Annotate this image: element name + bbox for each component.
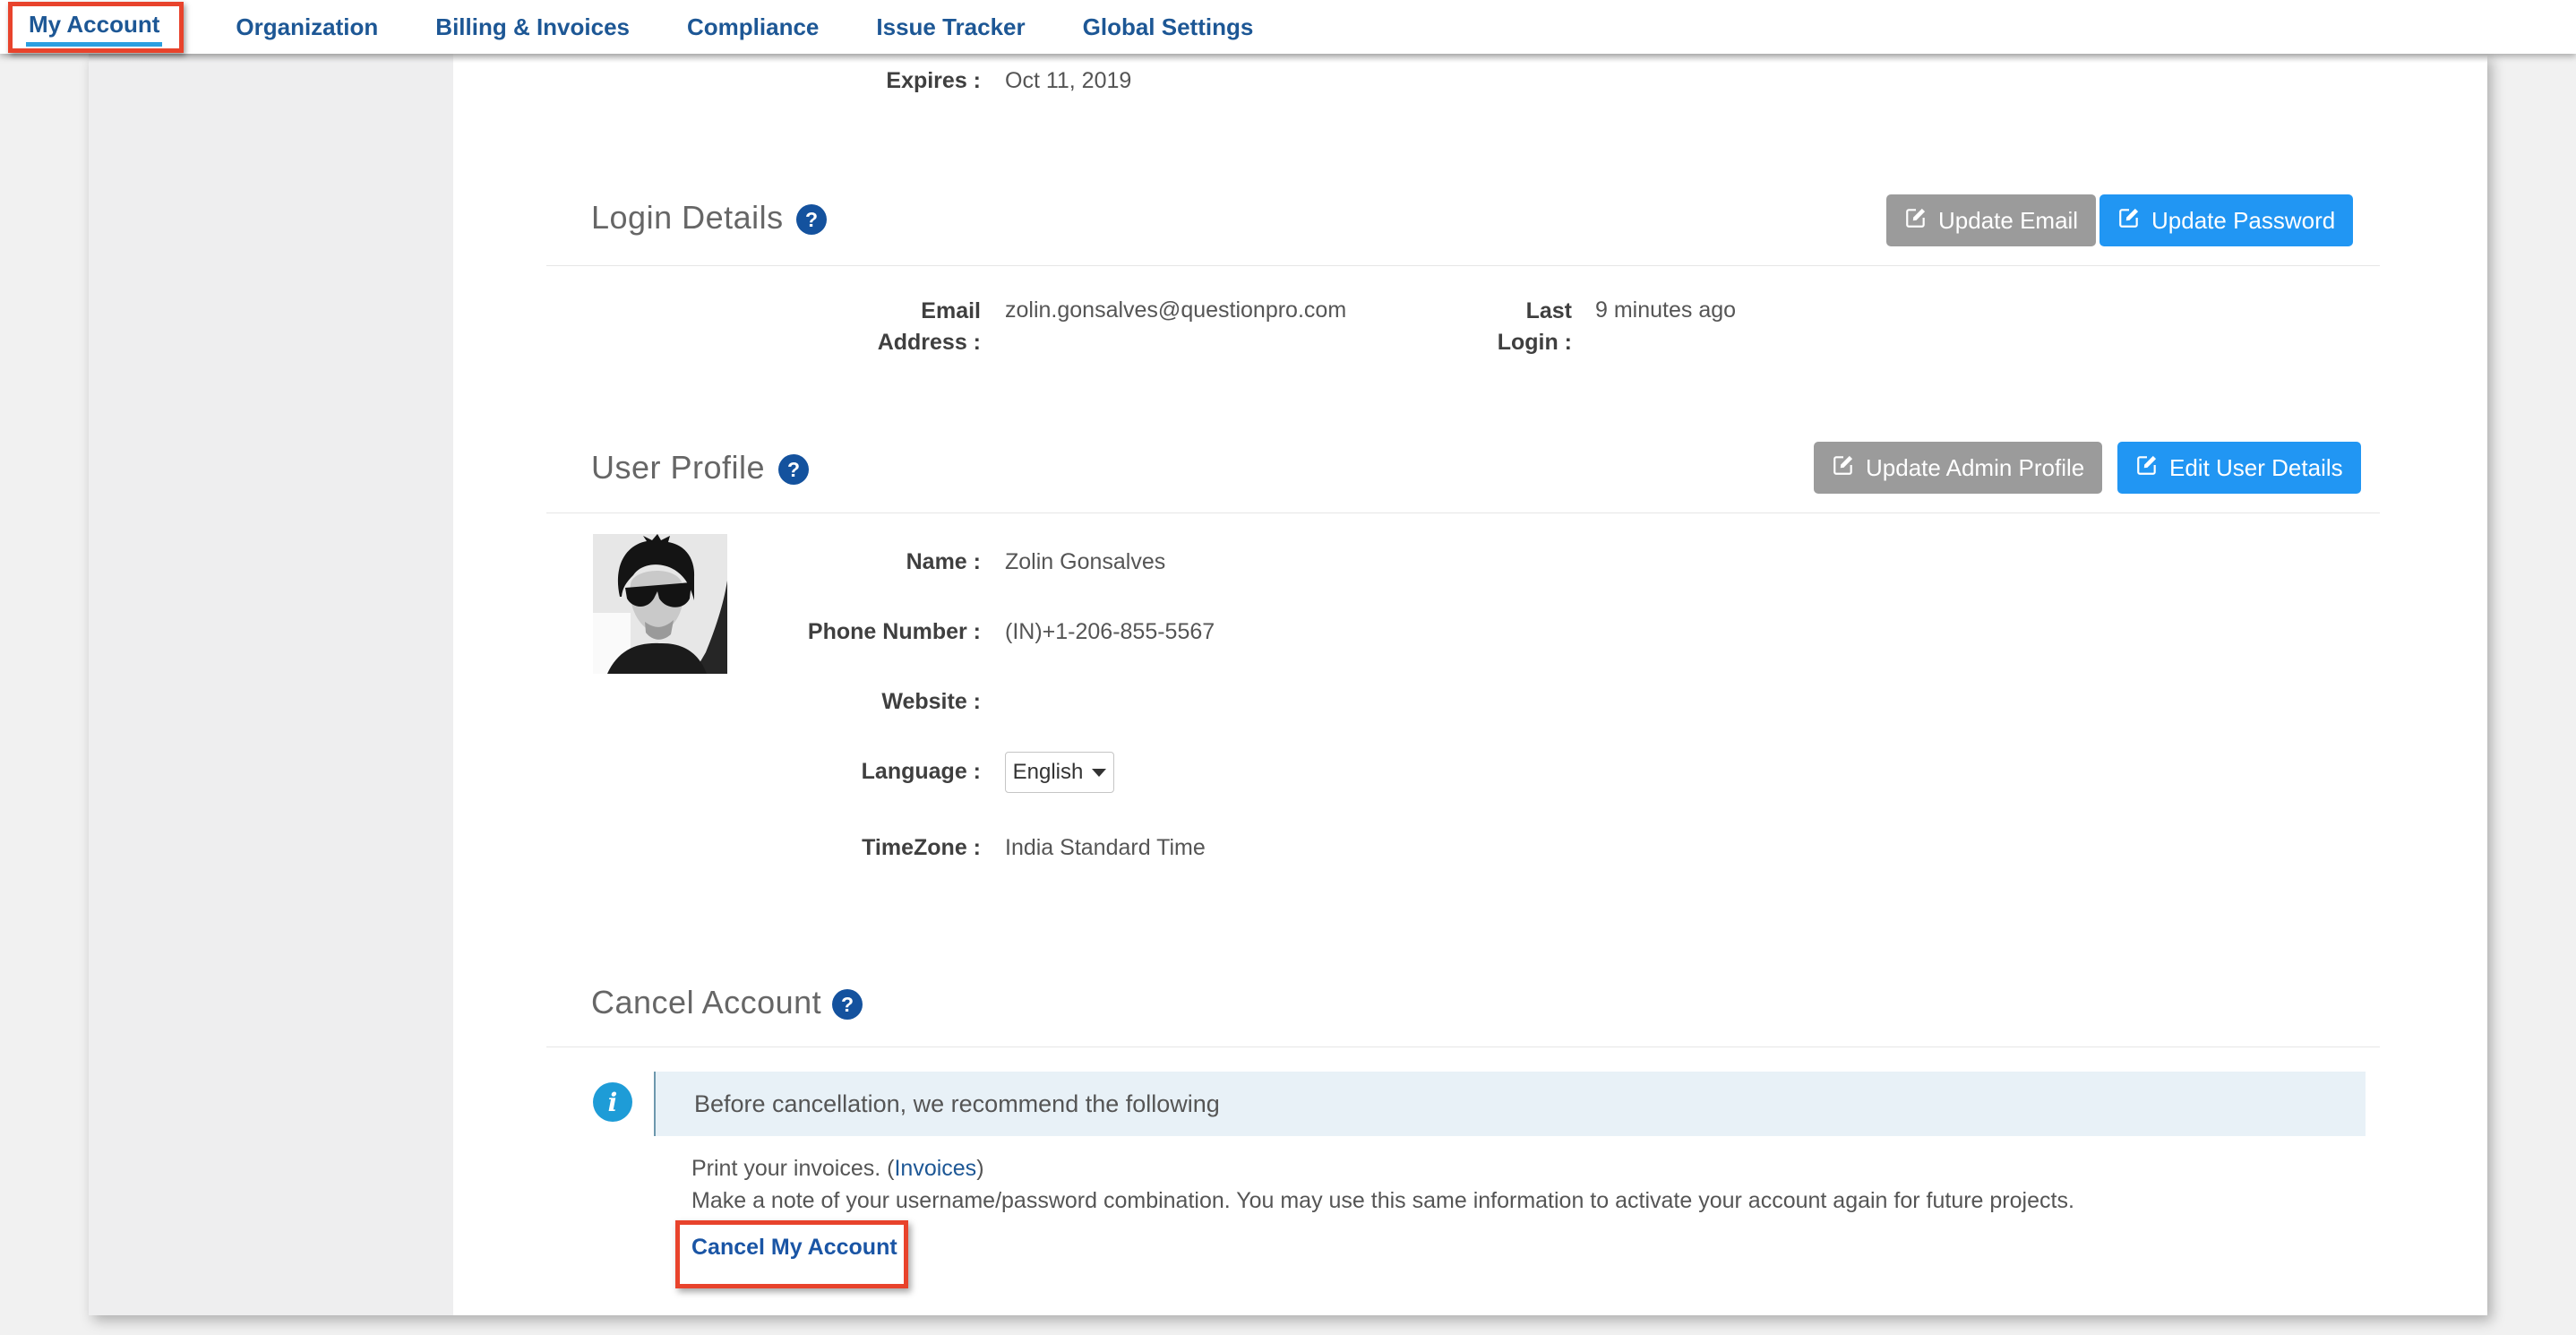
expires-label: Expires : xyxy=(716,68,981,94)
phone-number-label: Phone Number : xyxy=(716,619,981,645)
cancel-my-account-link[interactable]: Cancel My Account xyxy=(691,1235,897,1261)
edit-icon xyxy=(1832,453,1855,483)
tab-billing-invoices-label: Billing & Invoices xyxy=(435,13,630,40)
cancel-account-help-icon[interactable]: ? xyxy=(832,989,863,1020)
update-admin-profile-label: Update Admin Profile xyxy=(1866,454,2084,482)
user-profile-title: User Profile xyxy=(591,449,765,487)
content-panel: Expires : Oct 11, 2019 Login Details ? U… xyxy=(89,54,2487,1315)
top-navbar: My Account Organization Billing & Invoic… xyxy=(0,0,2576,54)
print-invoices-text: Print your invoices. ( xyxy=(691,1156,894,1181)
tab-issue-tracker[interactable]: Issue Tracker xyxy=(871,13,1030,41)
divider xyxy=(546,512,2380,513)
update-email-label: Update Email xyxy=(1938,207,2078,235)
user-profile-help-icon[interactable]: ? xyxy=(778,454,809,485)
info-icon: i xyxy=(593,1082,632,1122)
tab-organization[interactable]: Organization xyxy=(230,13,383,41)
cancellation-banner-text: Before cancellation, we recommend the fo… xyxy=(694,1090,1220,1118)
cancellation-info-banner: Before cancellation, we recommend the fo… xyxy=(654,1072,2366,1136)
edit-user-details-button[interactable]: Edit User Details xyxy=(2117,442,2361,494)
website-label: Website : xyxy=(716,689,981,715)
tab-billing-invoices[interactable]: Billing & Invoices xyxy=(430,13,635,41)
timezone-label: TimeZone : xyxy=(716,835,981,861)
tab-organization-label: Organization xyxy=(236,13,378,40)
tab-my-account-label: My Account xyxy=(29,11,159,39)
name-value: Zolin Gonsalves xyxy=(1005,549,1165,575)
language-label: Language : xyxy=(716,759,981,785)
update-admin-profile-button[interactable]: Update Admin Profile xyxy=(1814,442,2102,494)
profile-photo xyxy=(593,534,727,674)
update-password-label: Update Password xyxy=(2151,207,2335,235)
name-label: Name : xyxy=(716,549,981,575)
edit-icon xyxy=(2135,453,2159,483)
language-select[interactable]: English xyxy=(1005,752,1114,793)
email-address-label: Email Address : xyxy=(860,296,981,358)
email-address-value: zolin.gonsalves@questionpro.com xyxy=(1005,297,1346,323)
divider xyxy=(546,1046,2380,1047)
edit-icon xyxy=(2117,206,2141,236)
screen: My Account Organization Billing & Invoic… xyxy=(0,0,2576,1335)
tab-issue-tracker-label: Issue Tracker xyxy=(876,13,1025,40)
update-email-button[interactable]: Update Email xyxy=(1886,194,2096,246)
sidebar-strip xyxy=(89,54,453,1315)
print-invoices-text-suffix: ) xyxy=(976,1156,983,1181)
tab-compliance-label: Compliance xyxy=(687,13,819,40)
tab-global-settings[interactable]: Global Settings xyxy=(1078,13,1259,41)
cancel-account-title: Cancel Account xyxy=(591,984,821,1021)
tab-compliance[interactable]: Compliance xyxy=(682,13,824,41)
invoices-link[interactable]: Invoices xyxy=(894,1156,976,1181)
language-select-value: English xyxy=(1013,760,1084,785)
login-details-help-icon[interactable]: ? xyxy=(796,204,827,235)
last-login-value: 9 minutes ago xyxy=(1595,297,1736,323)
tab-my-account[interactable]: My Account xyxy=(8,2,184,53)
username-password-note: Make a note of your username/password co… xyxy=(691,1188,2074,1214)
edit-icon xyxy=(1904,206,1928,236)
last-login-label: Last Login : xyxy=(1491,296,1572,358)
timezone-value: India Standard Time xyxy=(1005,835,1206,861)
login-details-title: Login Details xyxy=(591,199,784,237)
edit-user-details-label: Edit User Details xyxy=(2169,454,2343,482)
update-password-button[interactable]: Update Password xyxy=(2099,194,2353,246)
tab-global-settings-label: Global Settings xyxy=(1083,13,1254,40)
print-invoices-line: Print your invoices. (Invoices) xyxy=(691,1156,984,1182)
expires-value: Oct 11, 2019 xyxy=(1005,68,1131,94)
phone-number-value: (IN)+1-206-855-5567 xyxy=(1005,619,1215,645)
divider xyxy=(546,265,2380,266)
chevron-down-icon xyxy=(1092,769,1106,777)
